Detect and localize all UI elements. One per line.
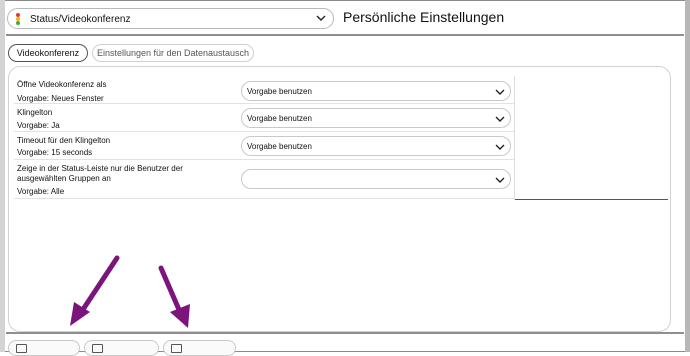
column-divider — [514, 76, 515, 200]
setting-row: Klingelton Vorgabe: Ja Vorgabe benutzen — [14, 104, 515, 132]
setting-select[interactable]: Vorgabe benutzen — [241, 81, 511, 101]
setting-default: Vorgabe: 15 seconds — [17, 148, 93, 157]
bottom-tab[interactable] — [8, 340, 80, 356]
setting-row: Timeout für den Klingelton Vorgabe: 15 s… — [14, 132, 515, 160]
side-divider — [515, 199, 668, 200]
setting-select[interactable] — [241, 169, 511, 189]
left-edge — [0, 0, 5, 352]
tab-videokonferenz[interactable]: Videokonferenz — [8, 44, 88, 62]
bottom-tab[interactable] — [163, 340, 236, 356]
chevron-down-icon — [495, 89, 505, 95]
traffic-light-icon — [16, 13, 20, 25]
setting-select-value: Vorgabe benutzen — [247, 87, 312, 96]
settings-list: Öffne Videokonferenz als Vorgabe: Neues … — [14, 76, 515, 199]
header-divider — [6, 34, 684, 36]
page-title: Persönliche Einstellungen — [343, 9, 505, 25]
annotation-arrow — [158, 265, 190, 328]
setting-row: Öffne Videokonferenz als Vorgabe: Neues … — [14, 76, 515, 104]
chevron-down-icon — [495, 177, 505, 183]
module-select-value: Status/Videokonferenz — [30, 14, 131, 25]
setting-default: Vorgabe: Ja — [17, 121, 60, 130]
setting-label: Klingelton — [17, 108, 53, 117]
setting-default: Vorgabe: Neues Fenster — [17, 94, 104, 103]
setting-label: Timeout für den Klingelton — [17, 136, 111, 145]
scrollbar[interactable] — [685, 0, 690, 352]
chevron-down-icon — [316, 15, 326, 21]
setting-select[interactable]: Vorgabe benutzen — [241, 108, 511, 128]
setting-label-continued: ausgewählten Gruppen an — [17, 174, 111, 183]
setting-select-value: Vorgabe benutzen — [247, 142, 312, 151]
footer-divider — [6, 332, 684, 334]
setting-label: Öffne Videokonferenz als — [17, 80, 107, 89]
setting-select[interactable]: Vorgabe benutzen — [241, 136, 511, 156]
setting-select-value: Vorgabe benutzen — [247, 114, 312, 123]
bottom-tab[interactable] — [84, 340, 159, 356]
setting-default: Vorgabe: Alle — [17, 187, 65, 196]
setting-row: Zeige in der Status-Leiste nur die Benut… — [14, 160, 515, 199]
module-select[interactable]: Status/Videokonferenz — [7, 8, 334, 29]
chevron-down-icon — [495, 144, 505, 150]
tab-datenaustausch[interactable]: Einstellungen für den Datenaustausch — [92, 44, 254, 62]
annotation-arrow — [70, 255, 120, 326]
chevron-down-icon — [495, 116, 505, 122]
